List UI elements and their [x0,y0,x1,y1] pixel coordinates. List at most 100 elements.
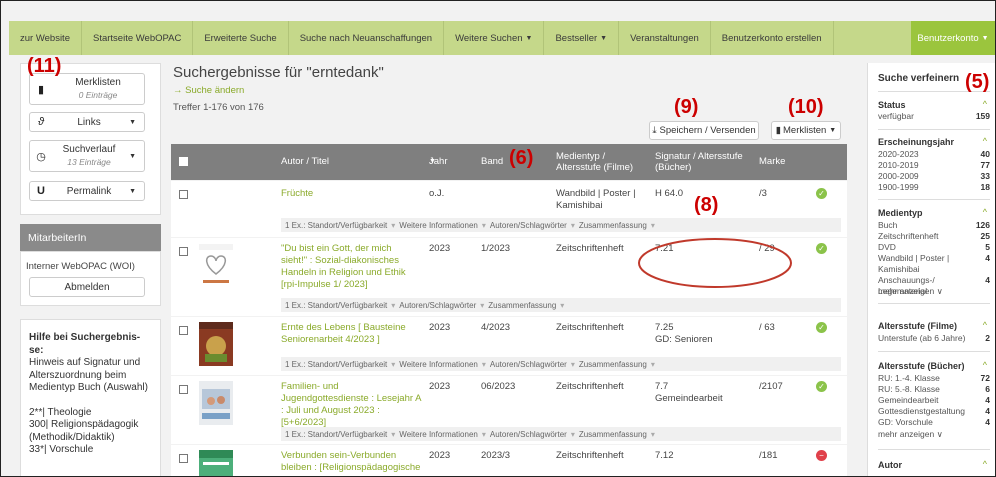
detail-standort[interactable]: 1 Ex.: Standort/Verfügbarkeit [285,430,387,439]
detail-autoren[interactable]: Autoren/Schlagwörter [399,301,476,310]
facet-item[interactable]: 2020-2023 40 [878,149,990,160]
result-title[interactable]: "Du bist ein Gott, der mich sieht!" : So… [281,243,416,291]
detail-zusammenfassung[interactable]: Zusammenfassung [579,221,647,230]
nav-zur-website[interactable]: zur Website [9,21,82,55]
detail-zusammenfassung[interactable]: Zusammenfassung [579,430,647,439]
save-send-button[interactable]: ⤓ Speichern / Versenden [649,121,759,140]
result-title[interactable]: Familien- und Jugendgottesdienste : Lese… [281,381,421,429]
merklisten-dropdown-button[interactable]: ▮ Merklisten ▼ [771,121,841,140]
facet-status-title[interactable]: Status [878,100,906,110]
result-title[interactable]: Ernte des Lebens [ Bausteine Seniorenarb… [281,322,411,346]
chevron-up-icon[interactable]: ^ [983,360,987,370]
nav-startseite[interactable]: Startseite WebOPAC [82,21,194,55]
facet-item[interactable]: GD: Vorschule 4 [878,417,990,428]
nav-neuanschaffungen[interactable]: Suche nach Neuanschaffungen [289,21,445,55]
woi-link[interactable]: Interner WebOPAC (WOI) [26,261,135,272]
facet-item-count: 4 [985,406,990,416]
show-more-link[interactable]: mehr anzeigen ∨ [878,286,990,297]
result-signatur: 7.7 [655,381,669,392]
result-year: 2023 [429,381,451,392]
suchverlauf-dropdown[interactable]: ◷ Suchverlauf 13 Einträge ▼ [29,140,145,172]
links-dropdown[interactable]: ϑ Links ▼ [29,112,145,132]
facet-item-label: Gottesdienstgestaltung [878,406,965,416]
facet-item[interactable]: Unterstufe (ab 6 Jahre) 2 [878,333,990,344]
facet-item[interactable]: Buch 126 [878,220,990,231]
detail-weitere-info[interactable]: Weitere Informationen [399,221,478,230]
row-checkbox[interactable] [179,385,188,394]
abmelden-button[interactable]: Abmelden [29,277,145,297]
col-marke[interactable]: Marke [759,156,785,167]
result-title[interactable]: Früchte [281,188,313,200]
nav-weitere-suchen[interactable]: Weitere Suchen ▼ [444,21,545,55]
facet-item[interactable]: RU: 5.-8. Klasse 6 [878,384,990,395]
nav-bestseller[interactable]: Bestseller ▼ [544,21,620,55]
row-checkbox[interactable] [179,190,188,199]
facet-item[interactable]: Gemeindearbeit 4 [878,395,990,406]
table-row: Familien- und Jugendgottesdienste : Lese… [171,376,847,444]
facet-item[interactable]: Gottesdienstgestaltung 4 [878,406,990,417]
account-menu[interactable]: Benutzerkonto ▼ [911,21,995,55]
facet-item[interactable]: 2000-2009 33 [878,171,990,182]
detail-autoren[interactable]: Autoren/Schlagwörter [490,360,567,369]
show-more-link[interactable]: mehr anzeigen ∨ [878,429,990,440]
detail-autoren[interactable]: Autoren/Schlagwörter [490,430,567,439]
col-signatur[interactable]: Signatur / Altersstufe (Bücher) [655,151,765,173]
chevron-up-icon[interactable]: ^ [983,459,987,469]
chevron-up-icon[interactable]: ^ [983,136,987,146]
nav-erweiterte-suche[interactable]: Erweiterte Suche [193,21,289,55]
facet-item-count: 33 [980,171,990,181]
row-checkbox[interactable] [179,454,188,463]
select-all-checkbox[interactable] [179,157,188,166]
row-checkbox[interactable] [179,326,188,335]
chevron-up-icon[interactable]: ^ [983,207,987,217]
facet-medientyp-title[interactable]: Medientyp [878,208,923,218]
detail-standort[interactable]: 1 Ex.: Standort/Verfügbarkeit [285,221,387,230]
change-search-link[interactable]: → Suche ändern [173,85,244,96]
table-row: Verbunden sein-Verbunden bleiben : [Reli… [171,445,847,477]
facet-buecher-title[interactable]: Altersstufe (Bücher) [878,361,965,371]
detail-standort[interactable]: 1 Ex.: Standort/Verfügbarkeit [285,301,387,310]
nav-veranstaltungen[interactable]: Veranstaltungen [619,21,711,55]
chevron-up-icon[interactable]: ^ [983,99,987,109]
result-title[interactable]: Verbunden sein-Verbunden bleiben : [Reli… [281,450,421,474]
facet-item-count: 72 [980,373,990,383]
facet-filme-title[interactable]: Altersstufe (Filme) [878,321,957,331]
facet-autor-title[interactable]: Autor [878,460,902,470]
facet-item[interactable]: 2010-2019 77 [878,160,990,171]
facet-item-label: 2000-2009 [878,171,919,181]
facet-item[interactable]: verfügbar 159 [878,111,990,122]
result-signatur: H 64.0 [655,188,683,199]
facet-item[interactable]: Wandbild | Poster | Kamishibai 4 [878,253,990,274]
chevron-up-icon[interactable]: ^ [983,320,987,330]
cover-thumbnail[interactable] [199,322,233,366]
detail-weitere-info[interactable]: Weitere Informationen [399,430,478,439]
cover-thumbnail[interactable] [199,450,233,477]
result-signatur: 7.12 [655,450,674,461]
detail-zusammenfassung[interactable]: Zusammenfassung [488,301,556,310]
cover-thumbnail[interactable] [199,381,233,425]
facet-item[interactable]: DVD 5 [878,242,990,253]
detail-weitere-info[interactable]: Weitere Informationen [399,360,478,369]
permalink-dropdown[interactable]: U Permalink ▼ [29,181,145,201]
cover-thumbnail[interactable] [199,244,233,288]
facet-year-title[interactable]: Erscheinungsjahr [878,137,954,147]
account-label: Benutzerkonto [917,32,979,44]
col-medientyp[interactable]: Medientyp / Altersstufe (Filme) [556,151,646,173]
facet-item[interactable]: RU: 1.-4. Klasse 72 [878,373,990,384]
col-author-title[interactable]: Autor / Titel [281,156,329,167]
sort-desc-icon: ▼ [429,158,436,165]
facet-item[interactable]: Zeitschriftenheft 25 [878,231,990,242]
detail-standort[interactable]: 1 Ex.: Standort/Verfügbarkeit [285,360,387,369]
facet-item-label: 1900-1999 [878,182,919,192]
change-search-label: Suche ändern [185,85,245,96]
col-band[interactable]: Band [481,156,503,167]
detail-autoren[interactable]: Autoren/Schlagwörter [490,221,567,230]
row-checkbox[interactable] [179,247,188,256]
merklisten-dropdown-label: Merklisten [783,125,827,136]
detail-zusammenfassung[interactable]: Zusammenfassung [579,360,647,369]
nav-benutzerkonto-erstellen[interactable]: Benutzerkonto erstellen [711,21,834,55]
facet-item[interactable]: 1900-1999 18 [878,182,990,193]
mitarbeiter-header: MitarbeiterIn [20,224,161,251]
available-check-icon: ✓ [816,243,827,254]
help-line-1: 2**| Theologie [29,406,92,418]
